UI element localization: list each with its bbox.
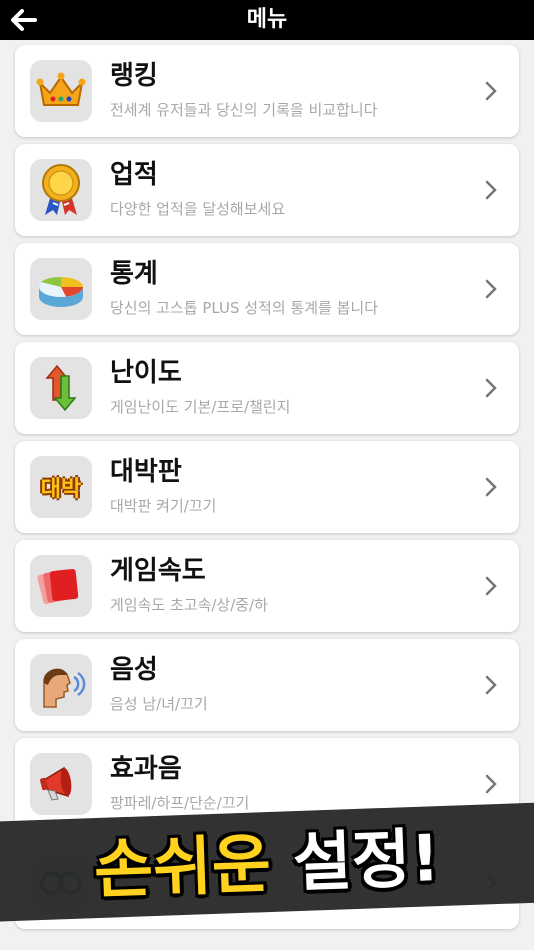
chevron-right-icon xyxy=(485,675,497,695)
menu-item-title: 랭킹 xyxy=(110,61,158,91)
chevron-right-icon xyxy=(485,180,497,200)
menu-item-subtitle: 게임속도 초고속/상/중/하 xyxy=(110,596,268,614)
menu-item-subtitle: 당신의 고스톱 PLUS 성적의 통계를 봅니다 xyxy=(110,299,378,317)
menu-item-subtitle: 다양한 업적을 달성해보세요 xyxy=(110,200,286,218)
menu-item-subtitle: 팡파레/하프/단순/끄기 xyxy=(110,794,250,812)
pie-chart-icon xyxy=(30,258,92,320)
cards-speed-icon xyxy=(30,555,92,617)
menu-item-title: 대박판 xyxy=(110,457,182,487)
megaphone-icon xyxy=(30,753,92,815)
menu-item-subtitle: 전세계 유저들과 당신의 기록을 비교합니다 xyxy=(110,101,378,119)
menu-item-title: 효과음 xyxy=(110,754,182,784)
menu-item-title: 난이도 xyxy=(110,358,182,388)
menu-item-statistics[interactable]: 통계 당신의 고스톱 PLUS 성적의 통계를 봅니다 xyxy=(15,243,519,335)
medal-icon xyxy=(30,159,92,221)
menu-item-subtitle: 음성 남/녀/끄기 xyxy=(110,695,208,713)
top-bar: 메뉴 xyxy=(0,0,534,40)
chevron-right-icon xyxy=(485,81,497,101)
promo-text: 손쉬운 설정! xyxy=(0,811,534,920)
menu-item-title: 업적 xyxy=(110,160,158,190)
menu-item-subtitle: 대박판 켜기/끄기 xyxy=(110,497,217,515)
menu-item-voice[interactable]: 음성 음성 남/녀/끄기 xyxy=(15,639,519,731)
up-down-arrows-icon xyxy=(30,357,92,419)
menu-item-achievement[interactable]: 업적 다양한 업적을 달성해보세요 xyxy=(15,144,519,236)
jackpot-icon-text: 대박 xyxy=(40,477,82,502)
menu-item-title: 통계 xyxy=(110,259,158,289)
chevron-right-icon xyxy=(485,477,497,497)
menu-item-difficulty[interactable]: 난이도 게임난이도 기본/프로/챌린지 xyxy=(15,342,519,434)
page-title: 메뉴 xyxy=(246,7,288,32)
menu-item-subtitle: 게임난이도 기본/프로/챌린지 xyxy=(110,398,291,416)
jackpot-icon: 대박 xyxy=(30,456,92,518)
chevron-right-icon xyxy=(485,774,497,794)
chevron-right-icon xyxy=(485,576,497,596)
crown-icon xyxy=(30,60,92,122)
promo-text-white: 설정! xyxy=(291,821,442,902)
speaking-head-icon xyxy=(30,654,92,716)
menu-item-title: 음성 xyxy=(110,655,158,685)
menu-item-game-speed[interactable]: 게임속도 게임속도 초고속/상/중/하 xyxy=(15,540,519,632)
chevron-right-icon xyxy=(485,279,497,299)
menu-item-ranking[interactable]: 랭킹 전세계 유저들과 당신의 기록을 비교합니다 xyxy=(15,45,519,137)
promo-text-yellow: 손쉬운 xyxy=(92,827,272,909)
menu-item-title: 게임속도 xyxy=(110,556,206,586)
menu-item-jackpot[interactable]: 대박 대박판 대박판 켜기/끄기 xyxy=(15,441,519,533)
chevron-right-icon xyxy=(485,378,497,398)
